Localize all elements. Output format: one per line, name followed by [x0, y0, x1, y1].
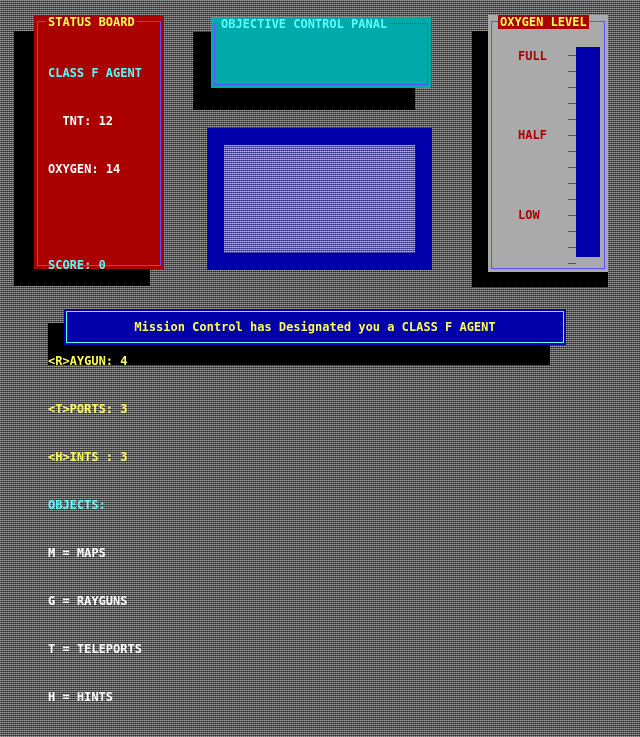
oxygen-gauge — [576, 47, 600, 257]
oxygen-full-label: FULL — [518, 49, 547, 63]
status-board-content: CLASS F AGENT TNT: 12 OXYGEN: 14 SCORE: … — [48, 33, 142, 737]
objective-panel-title: OBJECTIVE CONTROL PANAL — [219, 17, 390, 31]
oxygen-half-label: HALF — [518, 128, 547, 142]
oxygen-panel-title: OXYGEN LEVEL — [498, 15, 589, 29]
objective-control-panel: OBJECTIVE CONTROL PANAL — [211, 17, 431, 88]
map-viewport-inner — [224, 145, 415, 253]
legend-maps: M = MAPS — [48, 546, 106, 560]
status-board-title: STATUS BOARD — [46, 15, 137, 29]
gauge-tick — [568, 231, 576, 232]
hints-count: <H>INTS : 3 — [48, 450, 128, 464]
oxygen-low-label: LOW — [518, 208, 540, 222]
gauge-tick — [568, 135, 576, 136]
gauge-tick — [568, 71, 576, 72]
agent-class: CLASS F AGENT — [48, 66, 142, 80]
gauge-tick — [568, 199, 576, 200]
raygun-count: <R>AYGUN: 4 — [48, 354, 128, 368]
teleports-count: <T>PORTS: 3 — [48, 402, 128, 416]
status-board-panel: STATUS BOARD CLASS F AGENT TNT: 12 OXYGE… — [34, 15, 164, 704]
gauge-tick — [568, 87, 576, 88]
gauge-tick — [568, 103, 576, 104]
objective-panel-frame — [214, 23, 428, 85]
gauge-tick — [568, 55, 576, 56]
gauge-tick — [568, 247, 576, 248]
legend-teleports: T = TELEPORTS — [48, 642, 142, 656]
gauge-tick — [568, 167, 576, 168]
gauge-tick — [568, 183, 576, 184]
objects-header: OBJECTS: — [48, 498, 106, 512]
message-bar: Mission Control has Designated you a CLA… — [64, 309, 566, 345]
map-viewport — [207, 128, 432, 270]
oxygen-count: OXYGEN: 14 — [48, 162, 121, 176]
legend-hints: H = HINTS — [48, 690, 114, 704]
gauge-tick — [568, 263, 576, 264]
oxygen-level-panel: OXYGEN LEVEL FULL HALF LOW — [488, 15, 608, 272]
legend-rayguns: G = RAYGUNS — [48, 594, 128, 608]
score: SCORE: 0 — [48, 258, 106, 272]
gauge-tick — [568, 215, 576, 216]
gauge-tick — [568, 151, 576, 152]
tnt-count: TNT: 12 — [48, 114, 114, 128]
message-text: Mission Control has Designated you a CLA… — [134, 320, 496, 334]
oxygen-gauge-fill — [576, 47, 600, 257]
gauge-tick — [568, 119, 576, 120]
